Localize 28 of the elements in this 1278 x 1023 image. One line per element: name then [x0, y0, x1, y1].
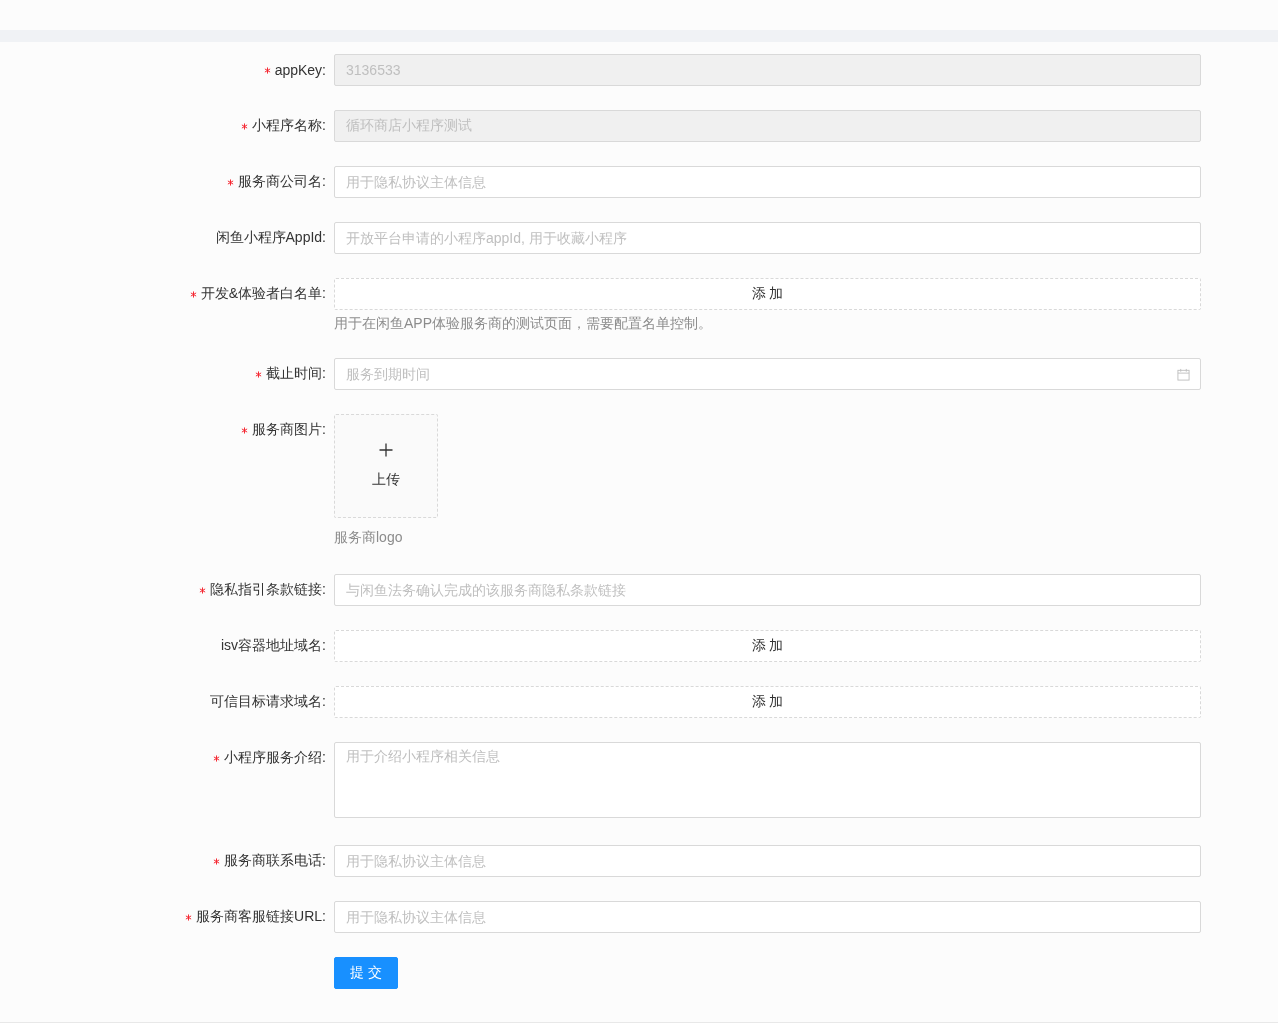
field-label: 服务商图片:	[252, 421, 326, 439]
calendar-icon	[1177, 368, 1190, 381]
field-label: 小程序服务介绍:	[224, 749, 326, 767]
field-label: appKey:	[274, 62, 326, 78]
input-field[interactable]: 与闲鱼法务确认完成的该服务商隐私条款链接	[334, 574, 1201, 606]
textarea-field[interactable]: 用于介绍小程序相关信息	[334, 742, 1201, 818]
plus-icon	[379, 443, 393, 457]
field-label: 可信目标请求域名:	[210, 693, 326, 711]
field-label: 开发&体验者白名单:	[200, 285, 326, 303]
add-button[interactable]: 添 加	[334, 686, 1201, 718]
field-label: 小程序名称:	[252, 117, 326, 135]
field-label: 闲鱼小程序AppId:	[215, 229, 326, 247]
input-field[interactable]: 用于隐私协议主体信息	[334, 901, 1201, 933]
field-label: 服务商联系电话:	[224, 852, 326, 870]
input-field[interactable]: 开放平台申请的小程序appId, 用于收藏小程序	[334, 222, 1201, 254]
field-label: isv容器地址域名:	[221, 637, 326, 655]
help-text: 用于在闲鱼APP体验服务商的测试页面，需要配置名单控制。	[334, 314, 713, 333]
field-label: 隐私指引条款链接:	[210, 581, 326, 599]
field-label: 截止时间:	[266, 365, 326, 383]
input-field[interactable]: 用于隐私协议主体信息	[334, 166, 1201, 198]
date-field[interactable]: 服务到期时间	[334, 358, 1201, 390]
help-text: 服务商logo	[334, 528, 404, 547]
add-button[interactable]: 添 加	[334, 630, 1201, 662]
input-field[interactable]: 用于隐私协议主体信息	[334, 845, 1201, 877]
upload-button[interactable]: 上传	[334, 414, 438, 518]
add-button[interactable]: 添 加	[334, 278, 1201, 310]
field-label: 服务商公司名:	[238, 173, 326, 191]
field-label: 服务商客服链接URL:	[196, 908, 326, 926]
